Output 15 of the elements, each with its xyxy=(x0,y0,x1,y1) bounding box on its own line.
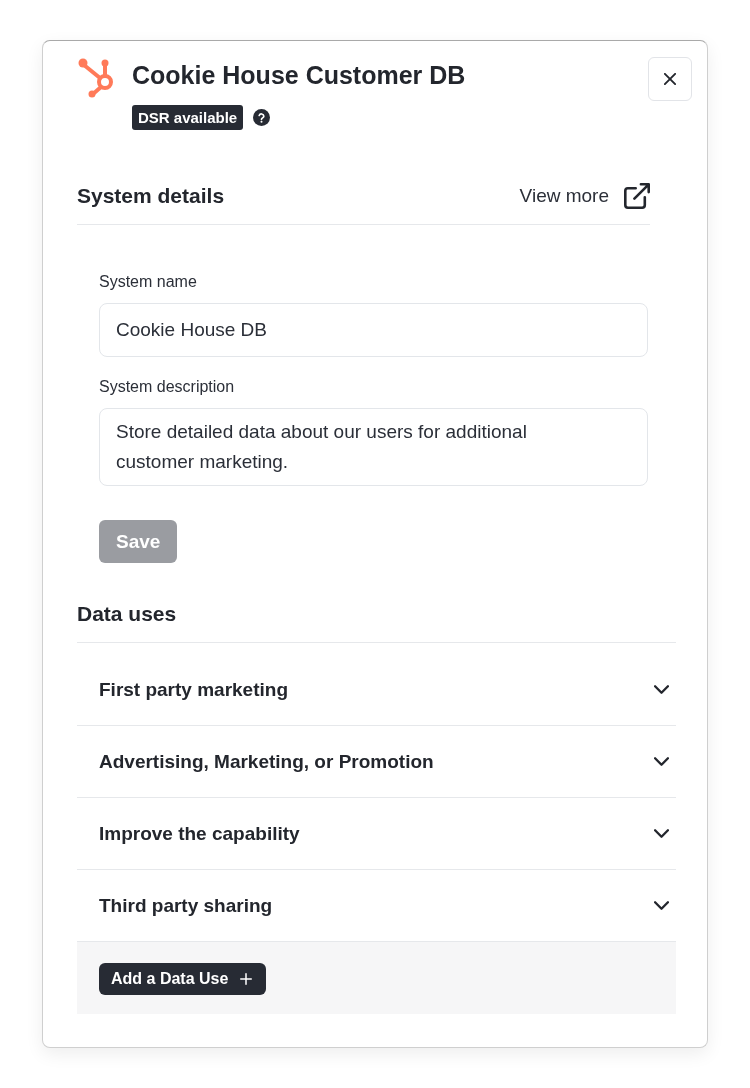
help-icon[interactable] xyxy=(253,109,271,126)
status-badge: DSR available xyxy=(132,105,244,130)
section-heading: Data uses xyxy=(77,601,177,627)
field-label: System name xyxy=(99,272,197,292)
dialog-title: Cookie House Customer DB xyxy=(132,60,466,91)
section-heading: System details xyxy=(77,183,225,209)
plus-icon xyxy=(240,973,253,985)
view-more-link[interactable]: View more xyxy=(519,183,650,209)
close-button[interactable] xyxy=(648,57,692,101)
external-link-icon xyxy=(624,183,650,209)
add-data-use-button[interactable]: Add a Data Use xyxy=(99,963,267,995)
close-icon xyxy=(664,73,676,85)
field-label: System description xyxy=(99,377,235,397)
text-input[interactable]: Cookie House DB xyxy=(99,303,648,357)
textarea-input[interactable]: Store detailed data about our users for additional customer marketing. xyxy=(99,408,648,486)
